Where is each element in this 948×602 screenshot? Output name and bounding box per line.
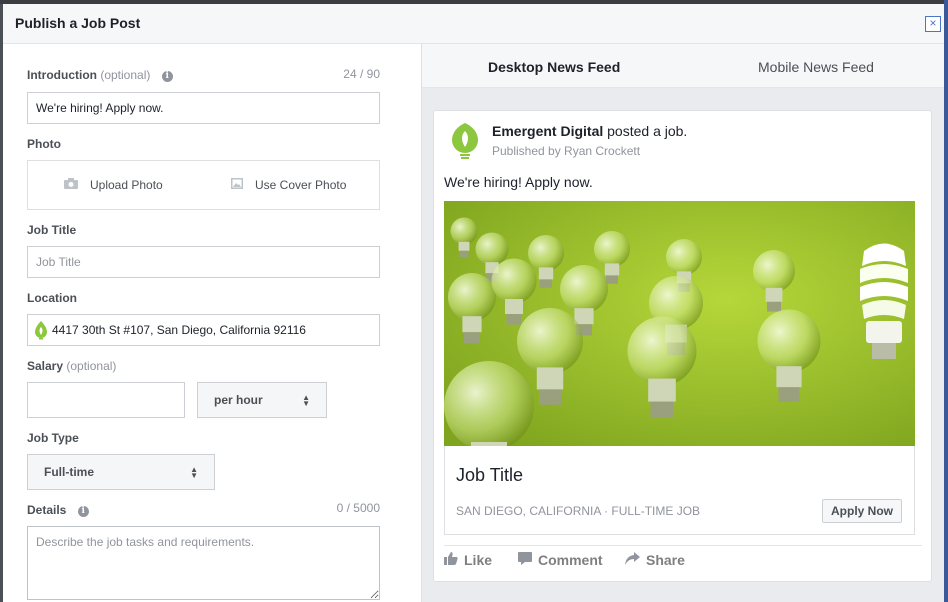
- intro-label: Introduction (optional) i: [27, 68, 173, 82]
- salary-optional: (optional): [66, 359, 117, 373]
- camera-icon: [64, 178, 78, 192]
- job-title-label: Job Title: [27, 223, 77, 237]
- salary-input[interactable]: [27, 382, 185, 418]
- close-button[interactable]: ×: [925, 16, 941, 32]
- details-label: Details i: [27, 503, 89, 517]
- like-button[interactable]: Like: [444, 552, 492, 568]
- salary-period-value: per hour: [214, 393, 263, 407]
- dialog-header: Publish a Job Post ×: [3, 4, 944, 44]
- page-avatar: [452, 123, 478, 159]
- details-label-text: Details: [27, 503, 67, 517]
- dialog-title: Publish a Job Post: [15, 15, 141, 31]
- details-textarea[interactable]: [27, 526, 380, 600]
- photo-picker: Upload Photo Use Cover Photo: [27, 160, 380, 210]
- intro-counter: 24 / 90: [343, 67, 380, 81]
- share-label: Share: [646, 552, 685, 568]
- select-arrows-icon: ▲ ▼: [190, 465, 198, 480]
- tab-desktop-news-feed[interactable]: Desktop News Feed: [488, 59, 620, 75]
- details-counter: 0 / 5000: [336, 501, 380, 515]
- lightbulbs-hero-image: [444, 201, 915, 446]
- post-preview-card: Emergent Digital posted a job. Published…: [433, 110, 932, 582]
- upload-photo-button[interactable]: Upload Photo: [64, 178, 163, 192]
- location-value: 4417 30th St #107, San Diego, California…: [52, 323, 306, 337]
- job-card-footer: Job Title SAN DIEGO, CALIFORNIA · FULL-T…: [444, 446, 915, 535]
- preview-job-title: Job Title: [456, 465, 524, 485]
- job-form: Introduction (optional) i 24 / 90 We're …: [3, 44, 421, 602]
- comment-icon: [518, 552, 532, 568]
- salary-period-select[interactable]: per hour ▲ ▼: [197, 382, 327, 418]
- location-label: Location: [27, 291, 77, 305]
- thumbs-up-icon: [444, 552, 458, 568]
- intro-label-text: Introduction: [27, 68, 97, 82]
- job-type-select[interactable]: Full-time ▲ ▼: [27, 454, 215, 490]
- page-name-link[interactable]: Emergent Digital: [492, 123, 603, 139]
- select-arrows-icon: ▲ ▼: [302, 393, 310, 408]
- tab-mobile-news-feed[interactable]: Mobile News Feed: [758, 59, 874, 75]
- intro-input[interactable]: We're hiring! Apply now.: [27, 92, 380, 124]
- job-title-input[interactable]: Job Title: [27, 246, 380, 278]
- apply-now-button[interactable]: Apply Now: [822, 499, 902, 523]
- share-icon: [625, 552, 640, 568]
- post-header: Emergent Digital posted a job.: [492, 123, 687, 139]
- actions-divider: [444, 545, 922, 546]
- upload-photo-label: Upload Photo: [90, 178, 163, 192]
- publish-job-dialog: Publish a Job Post × Introduction (optio…: [3, 4, 944, 602]
- use-cover-photo-label: Use Cover Photo: [255, 178, 347, 192]
- info-icon[interactable]: i: [77, 506, 89, 517]
- intro-optional: (optional): [100, 68, 151, 82]
- lightbulb-pin-icon: [35, 320, 47, 340]
- use-cover-photo-button[interactable]: Use Cover Photo: [231, 178, 346, 192]
- comment-label: Comment: [538, 552, 603, 568]
- image-icon: [231, 178, 243, 192]
- info-icon[interactable]: i: [161, 71, 173, 82]
- photo-label: Photo: [27, 137, 61, 151]
- job-type-label: Job Type: [27, 431, 79, 445]
- background-right: [944, 0, 948, 602]
- published-by: Published by Ryan Crockett: [492, 144, 641, 158]
- location-input[interactable]: 4417 30th St #107, San Diego, California…: [27, 314, 380, 346]
- salary-label: Salary (optional): [27, 359, 116, 373]
- like-label: Like: [464, 552, 493, 568]
- post-text: We're hiring! Apply now.: [444, 174, 593, 190]
- preview-job-meta: SAN DIEGO, CALIFORNIA · FULL-TIME JOB: [456, 504, 701, 518]
- share-button[interactable]: Share: [625, 552, 685, 568]
- posted-text: posted a job.: [607, 123, 688, 139]
- comment-button[interactable]: Comment: [518, 552, 603, 568]
- salary-label-text: Salary: [27, 359, 64, 373]
- preview-pane: Desktop News Feed Mobile News Feed Emerg…: [421, 44, 944, 602]
- job-type-value: Full-time: [44, 465, 94, 479]
